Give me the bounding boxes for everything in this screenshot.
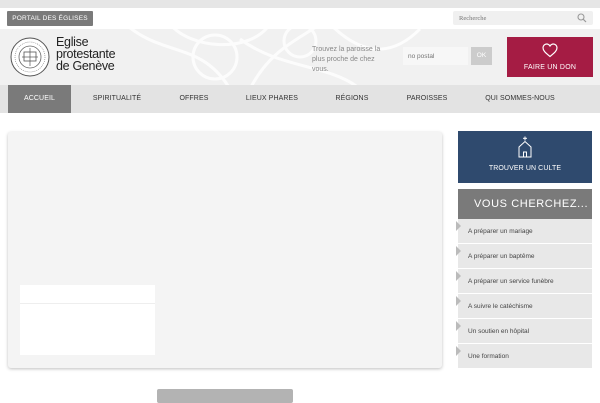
- portal-button[interactable]: PORTAIL DES ÉGLISES: [7, 11, 93, 26]
- top-strip: [0, 0, 600, 8]
- donate-button[interactable]: FAIRE UN DON: [507, 37, 593, 77]
- search-box[interactable]: [453, 11, 593, 25]
- vous-cherchez-list: A préparer un mariage A préparer un bapt…: [456, 219, 592, 369]
- bottom-button[interactable]: [157, 389, 293, 403]
- list-item-label: Une formation: [468, 353, 509, 360]
- nav-item-paroisses[interactable]: PAROISSES: [396, 85, 458, 113]
- list-item-label: A préparer un baptême: [468, 253, 535, 260]
- caption-divider: [20, 303, 155, 304]
- logo-wordmark[interactable]: Eglise protestante de Genève: [56, 36, 146, 73]
- list-item-hopital[interactable]: Un soutien en hôpital: [456, 319, 592, 344]
- list-item-catechisme[interactable]: A suivre le catéchisme: [456, 294, 592, 319]
- nav-item-qui-sommes-nous[interactable]: QUI SOMMES-NOUS: [474, 85, 566, 113]
- list-item-label: A préparer un mariage: [468, 228, 533, 235]
- list-item-label: Un soutien en hôpital: [468, 328, 530, 335]
- finder-text: Trouvez la paroisse la plus proche de ch…: [312, 46, 381, 73]
- chevron-right-icon: [456, 321, 461, 331]
- nav-item-accueil[interactable]: ACCUEIL: [8, 85, 71, 113]
- chevron-right-icon: [456, 271, 461, 281]
- chevron-right-icon: [456, 246, 461, 256]
- chevron-right-icon: [456, 296, 461, 306]
- main-nav: ACCUEIL SPIRITUALITÉ OFFRES LIEUX PHARES…: [0, 85, 600, 113]
- list-item-bapteme[interactable]: A préparer un baptême: [456, 244, 592, 269]
- search-input[interactable]: [459, 12, 571, 24]
- donate-label: FAIRE UN DON: [523, 64, 577, 71]
- church-icon: [518, 136, 532, 158]
- chevron-right-icon: [456, 346, 461, 356]
- logo-line-3: de Genève: [56, 59, 115, 73]
- find-service-label: TROUVER UN CULTE: [488, 165, 562, 172]
- nav-item-regions[interactable]: RÉGIONS: [324, 85, 380, 113]
- chevron-right-icon: [456, 221, 461, 231]
- nav-item-lieux-phares[interactable]: LIEUX PHARES: [236, 85, 308, 113]
- list-item-label: A suivre le catéchisme: [468, 303, 533, 310]
- list-item-mariage[interactable]: A préparer un mariage: [456, 219, 592, 244]
- postal-input[interactable]: [403, 47, 468, 65]
- vous-cherchez-title: VOUS CHERCHEZ...: [458, 189, 592, 219]
- slider-caption-box: [20, 285, 155, 355]
- list-item-label: A préparer un service funèbre: [468, 278, 554, 285]
- find-service-button[interactable]: TROUVER UN CULTE: [458, 131, 592, 183]
- magnifier-icon[interactable]: [577, 13, 587, 23]
- nav-item-spiritualite[interactable]: SPIRITUALITÉ: [82, 85, 152, 113]
- list-item-formation[interactable]: Une formation: [456, 344, 592, 369]
- heart-icon: [542, 43, 558, 58]
- church-seal-icon[interactable]: [10, 37, 50, 77]
- list-item-service-funebre[interactable]: A préparer un service funèbre: [456, 269, 592, 294]
- nav-item-offres[interactable]: OFFRES: [168, 85, 220, 113]
- ok-button[interactable]: OK: [471, 47, 492, 65]
